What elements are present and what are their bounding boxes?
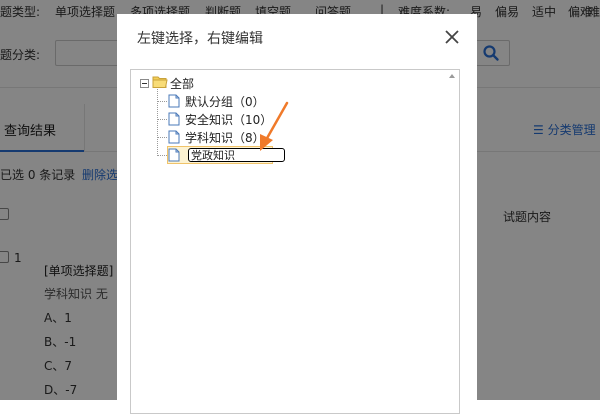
dialog-title: 左键选择，右键编辑 [137,31,263,47]
category-tree[interactable]: 全部 默认分组（0） 安全知识（10） 学科知识（8） [130,69,460,414]
close-icon[interactable] [443,28,461,46]
category-dialog: 左键选择，右键编辑 全部 默认分组（0） 安全知识（10） 学科知识（8） 党政… [117,14,477,414]
annotation-arrow-icon [260,101,289,151]
